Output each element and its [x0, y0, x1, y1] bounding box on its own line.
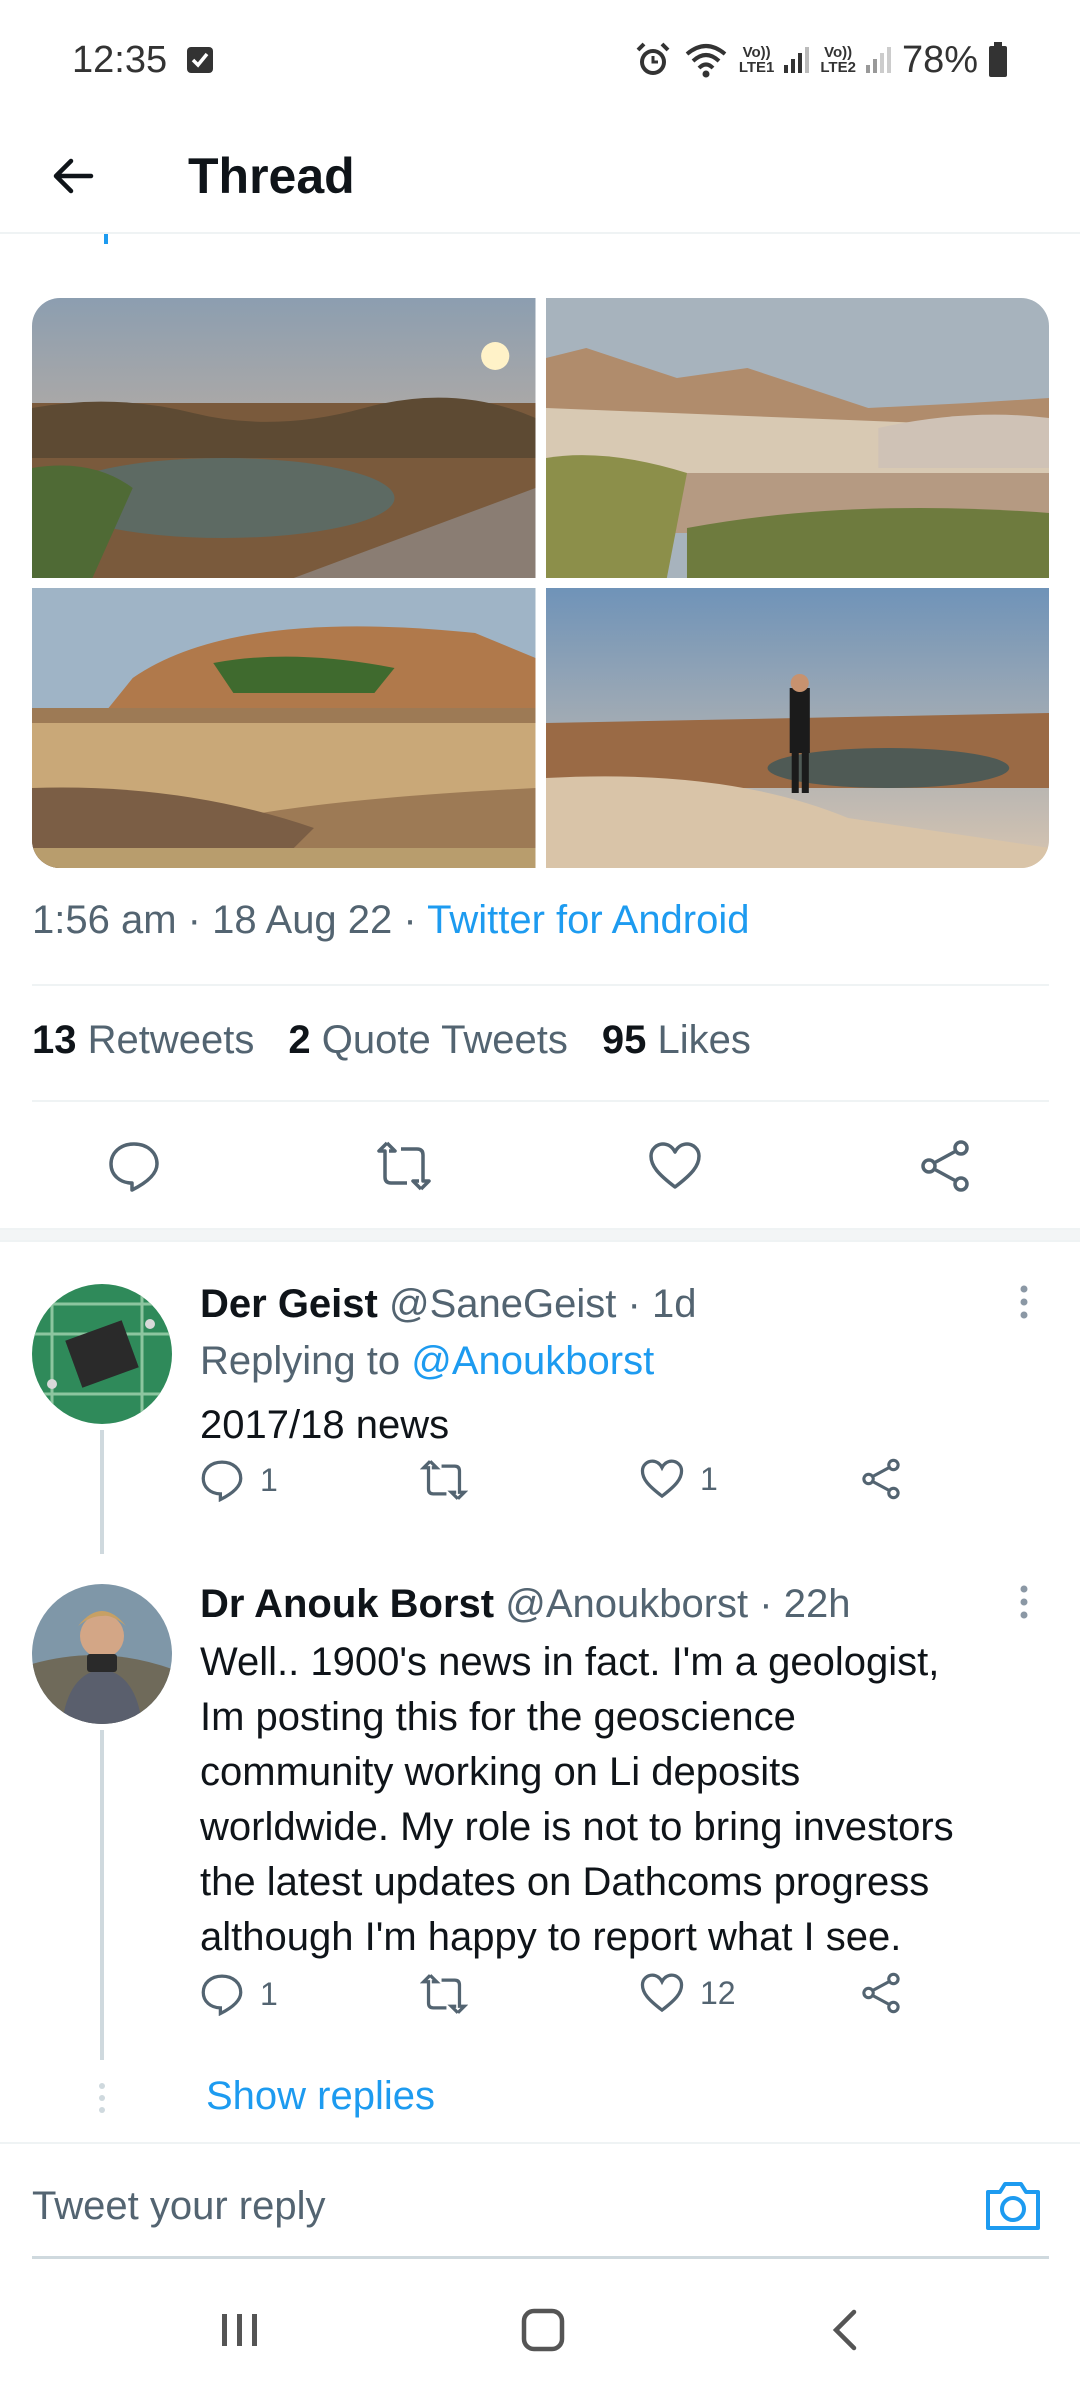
- retweet-button[interactable]: [420, 1458, 484, 1502]
- share-icon: [862, 1972, 900, 2014]
- camera-icon: [986, 2182, 1040, 2230]
- arrow-left-icon: [53, 158, 94, 194]
- retweet-button[interactable]: [374, 1136, 434, 1196]
- reply-tweet[interactable]: Dr Anouk Borst @Anoukborst · 22h Well.. …: [0, 1560, 1080, 2060]
- tweet-photo-3[interactable]: [32, 588, 536, 868]
- alarm-icon: [633, 40, 673, 80]
- share-button[interactable]: [915, 1136, 975, 1196]
- vertical-dots-icon: [1020, 1585, 1028, 1619]
- tweet-media-grid: [32, 298, 1049, 868]
- heart-icon: [640, 1459, 684, 1499]
- reply-text: Well.. 1900's news in fact. I'm a geolog…: [200, 1640, 954, 1959]
- thread-line: [100, 1730, 104, 2060]
- thread-line: [100, 1430, 104, 1554]
- checkbox-notification-icon: [185, 45, 215, 75]
- home-button[interactable]: [513, 2300, 573, 2360]
- reply-composer: Tweet your reply: [0, 2142, 1080, 2262]
- replying-to: Replying to @Anoukborst: [200, 1339, 655, 1383]
- retweet-icon: [377, 1141, 431, 1191]
- tweet-photo-4[interactable]: [545, 588, 1049, 868]
- comment-icon: [201, 1974, 243, 2016]
- retweet-button[interactable]: [420, 1972, 484, 2016]
- retweet-icon: [420, 1460, 468, 1500]
- comment-icon: [109, 1142, 159, 1192]
- reply-header: Der Geist @SaneGeist · 1d: [200, 1282, 697, 1326]
- system-nav-bar: [0, 2260, 1080, 2400]
- reply-input[interactable]: Tweet your reply: [32, 2184, 325, 2229]
- reply-button[interactable]: [104, 1136, 164, 1196]
- heart-icon: [649, 1142, 701, 1189]
- signal-strength-icon: [784, 45, 810, 75]
- thread-screen: 12:35 Vo)) LTE1 Vo)) LTE2 78% Thread 1:5…: [0, 0, 1080, 2400]
- vertical-dots-icon: [1020, 1285, 1028, 1319]
- thread-ellipsis: [98, 2082, 106, 2121]
- tweet-timestamp: 1:56 am · 18 Aug 22 · Twitter for Androi…: [32, 898, 750, 942]
- camera-button[interactable]: [982, 2174, 1044, 2236]
- divider: [32, 1100, 1049, 1102]
- reply-tweet[interactable]: Der Geist @SaneGeist · 1d Replying to @A…: [0, 1260, 1080, 1554]
- like-button[interactable]: [645, 1136, 705, 1196]
- user-name[interactable]: Der Geist: [200, 1282, 378, 1326]
- lte2-indicator: Vo)) LTE2: [820, 44, 856, 76]
- more-options-button[interactable]: [1014, 1284, 1034, 1324]
- wifi-icon: [683, 40, 729, 80]
- more-options-button[interactable]: [1014, 1584, 1034, 1624]
- share-icon: [921, 1140, 969, 1192]
- reply-button[interactable]: 1: [200, 1458, 278, 1502]
- like-button[interactable]: 1: [640, 1458, 718, 1500]
- quote-tweets-stat[interactable]: 2 Quote Tweets: [288, 1018, 567, 1063]
- recent-apps-icon: [222, 2314, 257, 2346]
- lte1-indicator: Vo)) LTE1: [738, 44, 775, 76]
- retweet-icon: [420, 1974, 468, 2014]
- battery-icon: [988, 42, 1008, 78]
- section-separator: [0, 1228, 1080, 1242]
- divider: [32, 984, 1049, 986]
- show-replies-link[interactable]: Show replies: [206, 2074, 435, 2119]
- status-time: 12:35: [72, 38, 168, 81]
- battery-percent: 78%: [901, 38, 978, 81]
- likes-stat[interactable]: 95 Likes: [602, 1018, 751, 1063]
- tweet-age: 22h: [783, 1582, 851, 1626]
- heart-icon: [640, 1973, 684, 2013]
- thread-connector: [104, 234, 108, 244]
- tweet-age: 1d: [651, 1282, 697, 1326]
- share-button[interactable]: [860, 1972, 902, 2014]
- tweet-actions: [0, 1120, 1080, 1212]
- user-name[interactable]: Dr Anouk Borst: [200, 1582, 494, 1626]
- avatar[interactable]: [32, 1284, 172, 1424]
- user-handle[interactable]: @SaneGeist: [389, 1282, 616, 1326]
- reply-actions: 1 1: [200, 1458, 920, 1518]
- app-header: Thread: [0, 120, 1080, 234]
- like-button[interactable]: 12: [640, 1972, 736, 2014]
- tweet-photo-2[interactable]: [545, 298, 1049, 578]
- status-bar: 12:35 Vo)) LTE1 Vo)) LTE2 78%: [0, 0, 1080, 120]
- tweet-photo-1[interactable]: [32, 298, 536, 578]
- chevron-left-icon: [832, 2309, 857, 2351]
- recent-apps-button[interactable]: [210, 2300, 270, 2360]
- avatar[interactable]: [32, 1584, 172, 1724]
- signal-strength-icon: [865, 45, 892, 75]
- retweets-stat[interactable]: 13 Retweets: [32, 1018, 254, 1063]
- reply-actions: 1 12: [200, 1972, 920, 2032]
- user-handle[interactable]: @Anoukborst: [505, 1582, 748, 1626]
- share-button[interactable]: [860, 1458, 902, 1500]
- home-icon: [521, 2308, 565, 2352]
- tweet-stats: 13 Retweets 2 Quote Tweets 95 Likes: [32, 1018, 751, 1063]
- back-nav-button[interactable]: [816, 2300, 876, 2360]
- input-underline: [32, 2256, 1049, 2259]
- back-button[interactable]: [0, 119, 146, 233]
- reply-text: 2017/18 news: [200, 1403, 450, 1447]
- reply-button[interactable]: 1: [200, 1972, 278, 2016]
- page-title: Thread: [188, 148, 355, 204]
- tweet-source-link[interactable]: Twitter for Android: [427, 898, 749, 942]
- share-icon: [862, 1458, 900, 1500]
- comment-icon: [201, 1460, 243, 1502]
- mention-link[interactable]: @Anoukborst: [411, 1339, 654, 1383]
- reply-header: Dr Anouk Borst @Anoukborst · 22h: [200, 1582, 851, 1626]
